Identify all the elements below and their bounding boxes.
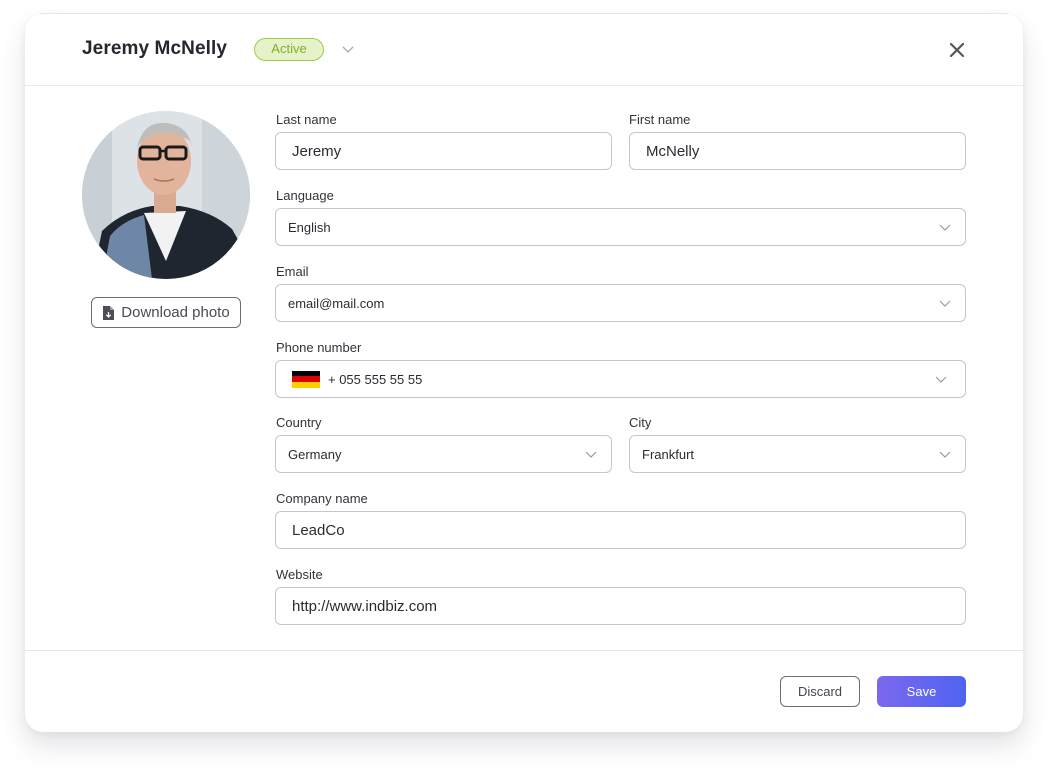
download-photo-button[interactable]: Download photo xyxy=(91,297,241,328)
germany-flag-icon[interactable] xyxy=(292,370,320,388)
city-label: City xyxy=(629,415,652,430)
country-select[interactable]: Germany xyxy=(275,435,612,473)
company-input[interactable]: LeadCo xyxy=(275,511,966,549)
language-select[interactable]: English xyxy=(275,208,966,246)
phone-label: Phone number xyxy=(276,340,362,355)
company-value: LeadCo xyxy=(292,521,345,539)
last-name-label: Last name xyxy=(276,112,337,127)
language-value: English xyxy=(288,219,331,235)
phone-input[interactable]: + 055 555 55 55 xyxy=(275,360,966,398)
chevron-down-icon xyxy=(939,300,951,307)
website-input[interactable]: http://www.indbiz.com xyxy=(275,587,966,625)
download-photo-label: Download photo xyxy=(121,304,230,321)
avatar xyxy=(82,111,250,279)
chevron-down-icon xyxy=(939,451,951,458)
status-badge[interactable]: Active xyxy=(254,38,324,61)
close-icon[interactable] xyxy=(947,40,967,60)
email-value: email@mail.com xyxy=(288,295,385,311)
chevron-down-icon xyxy=(585,451,597,458)
chevron-down-icon xyxy=(935,376,947,383)
first-name-value: McNelly xyxy=(646,142,700,160)
avatar-illustration xyxy=(82,111,250,279)
discard-button[interactable]: Discard xyxy=(780,676,860,707)
first-name-input[interactable]: McNelly xyxy=(629,132,966,170)
city-value: Frankfurt xyxy=(642,446,695,462)
phone-value: + 055 555 55 55 xyxy=(328,371,423,387)
last-name-input[interactable]: Jeremy xyxy=(275,132,612,170)
file-download-icon xyxy=(103,305,115,320)
company-label: Company name xyxy=(276,491,368,506)
chevron-down-icon[interactable] xyxy=(341,43,355,55)
contact-edit-dialog: Jeremy McNelly Active Download photo Las… xyxy=(25,14,1023,732)
save-button[interactable]: Save xyxy=(877,676,966,707)
email-label: Email xyxy=(276,264,309,279)
language-label: Language xyxy=(276,188,334,203)
last-name-value: Jeremy xyxy=(292,142,342,160)
contact-name-title: Jeremy McNelly xyxy=(82,38,228,59)
country-value: Germany xyxy=(288,446,342,462)
country-label: Country xyxy=(276,415,322,430)
dialog-header: Jeremy McNelly Active xyxy=(25,14,1023,86)
email-select[interactable]: email@mail.com xyxy=(275,284,966,322)
website-label: Website xyxy=(276,567,323,582)
footer-divider xyxy=(25,650,1023,651)
website-value: http://www.indbiz.com xyxy=(292,597,438,615)
chevron-down-icon xyxy=(939,224,951,231)
first-name-label: First name xyxy=(629,112,691,127)
city-select[interactable]: Frankfurt xyxy=(629,435,966,473)
